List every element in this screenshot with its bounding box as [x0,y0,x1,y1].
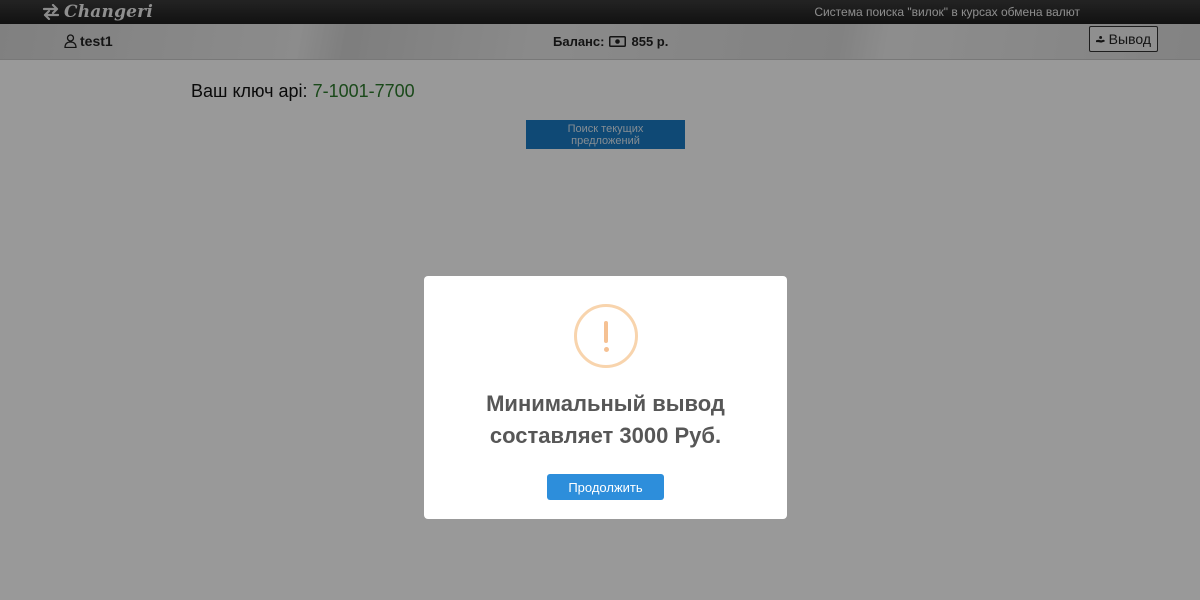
warning-icon [574,304,638,368]
modal-message: Минимальный вывод составляет 3000 Руб. [486,391,725,448]
continue-button[interactable]: Продолжить [547,474,664,500]
alert-modal: Минимальный вывод составляет 3000 Руб. П… [424,276,787,519]
